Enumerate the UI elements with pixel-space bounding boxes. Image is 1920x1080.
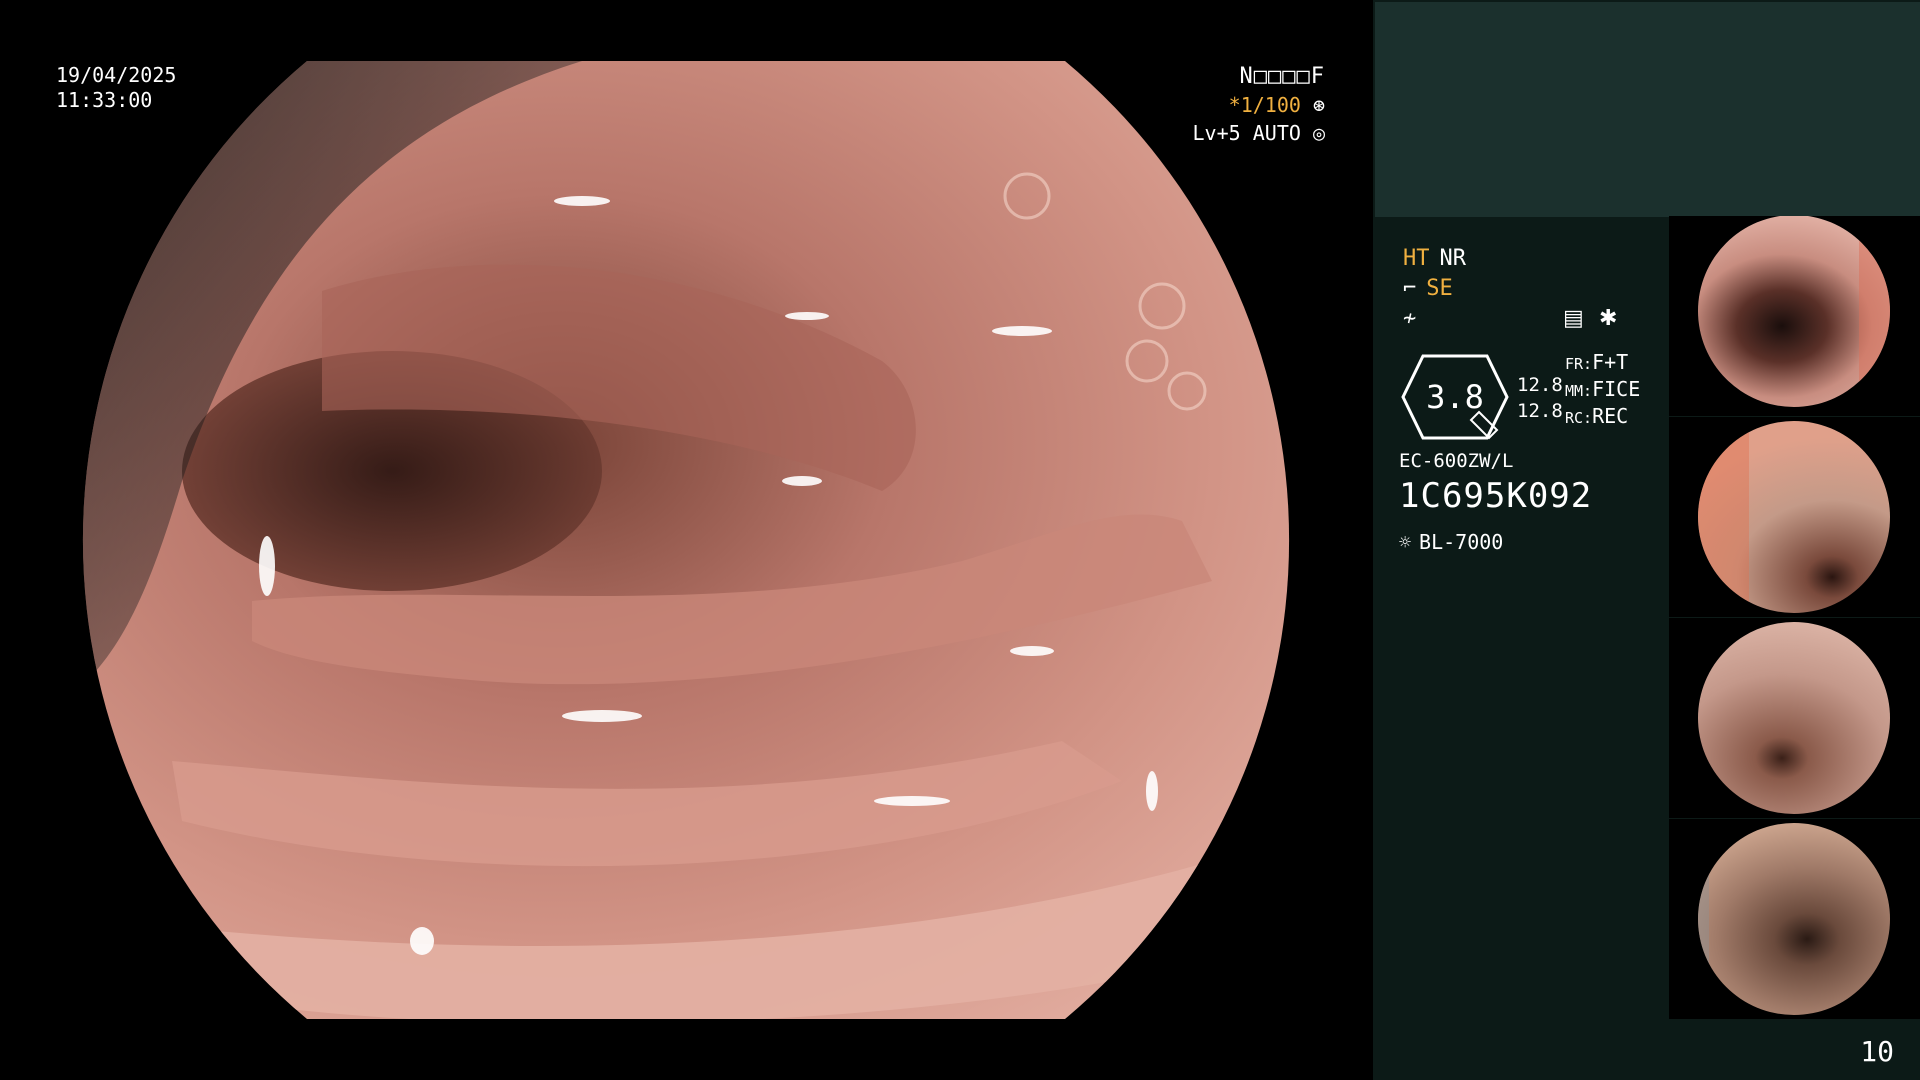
- gauge-value: 3.8: [1426, 378, 1484, 416]
- stat-2: 12.8: [1517, 400, 1563, 422]
- date-text: 19/04/2025: [56, 63, 177, 87]
- mode-ht: HT: [1403, 245, 1430, 271]
- color-tone-icon: ≁: [1403, 305, 1417, 331]
- page-number: 10: [1860, 1035, 1894, 1068]
- level-row: Lv+5 AUTO ◎: [1193, 119, 1325, 147]
- datetime-overlay: 19/04/2025 11:33:00: [56, 63, 176, 113]
- thumbnail-strip: [1669, 216, 1920, 1020]
- stat-1: 12.8: [1517, 374, 1563, 396]
- status-overlay: N□□□□F *1/100 ⊛ Lv+5 AUTO ◎: [1193, 63, 1325, 147]
- thumbnail-1[interactable]: [1669, 216, 1920, 417]
- processing-block: FR:F+T MM:FICE RC:REC: [1565, 350, 1640, 431]
- fr-label: FR:: [1565, 355, 1593, 373]
- menu-icon: ▤: [1563, 306, 1584, 331]
- shutter-speed: *1/100: [1228, 93, 1301, 117]
- mode-settings: HT NR ⌐ SE ≁: [1403, 243, 1466, 333]
- mode-se: SE: [1426, 275, 1453, 301]
- time-text: 11:33:00: [56, 88, 153, 112]
- structure-enhance-icon: ⌐: [1403, 275, 1417, 301]
- thumbnail-2[interactable]: [1669, 417, 1920, 618]
- iris-icon: ◎: [1312, 121, 1325, 145]
- main-endoscope-view: 19/04/2025 11:33:00 N□□□□F *1/100 ⊛ Lv+5…: [0, 0, 1373, 1080]
- light-source: BL-7000: [1419, 530, 1504, 554]
- mode-nr: NR: [1439, 245, 1467, 271]
- scope-model: EC-600ZW/L: [1399, 450, 1514, 472]
- fr-value: F+T: [1592, 350, 1629, 374]
- mm-value: FICE: [1592, 377, 1641, 401]
- light-source-row: ☼ BL-7000: [1399, 530, 1503, 554]
- light-source-icon: ☼: [1399, 530, 1412, 554]
- endoscopic-image: [82, 61, 1290, 1019]
- side-panel-header: [1375, 2, 1920, 217]
- scope-serial: 1C695K092: [1399, 476, 1593, 516]
- shutter-icon: ⊛: [1312, 93, 1325, 117]
- iris-mode: AUTO: [1252, 121, 1301, 145]
- rc-label: RC:: [1565, 409, 1593, 427]
- thumbnail-3[interactable]: [1669, 618, 1920, 819]
- brightness-level: Lv+5: [1192, 121, 1241, 145]
- thumbnail-4[interactable]: [1669, 819, 1920, 1020]
- mini-stats: 12.8 12.8: [1517, 372, 1563, 424]
- asterisk-icon: ✱: [1599, 306, 1618, 331]
- shutter-row: *1/100 ⊛: [1193, 91, 1325, 119]
- rc-value: REC: [1592, 404, 1629, 428]
- mm-label: MM:: [1565, 382, 1593, 400]
- side-panel: HT NR ⌐ SE ≁ ▤ ✱ 3.8 12.8 12.8 FR:F+T MM…: [1373, 0, 1920, 1080]
- patient-id: N□□□□F: [1239, 64, 1325, 89]
